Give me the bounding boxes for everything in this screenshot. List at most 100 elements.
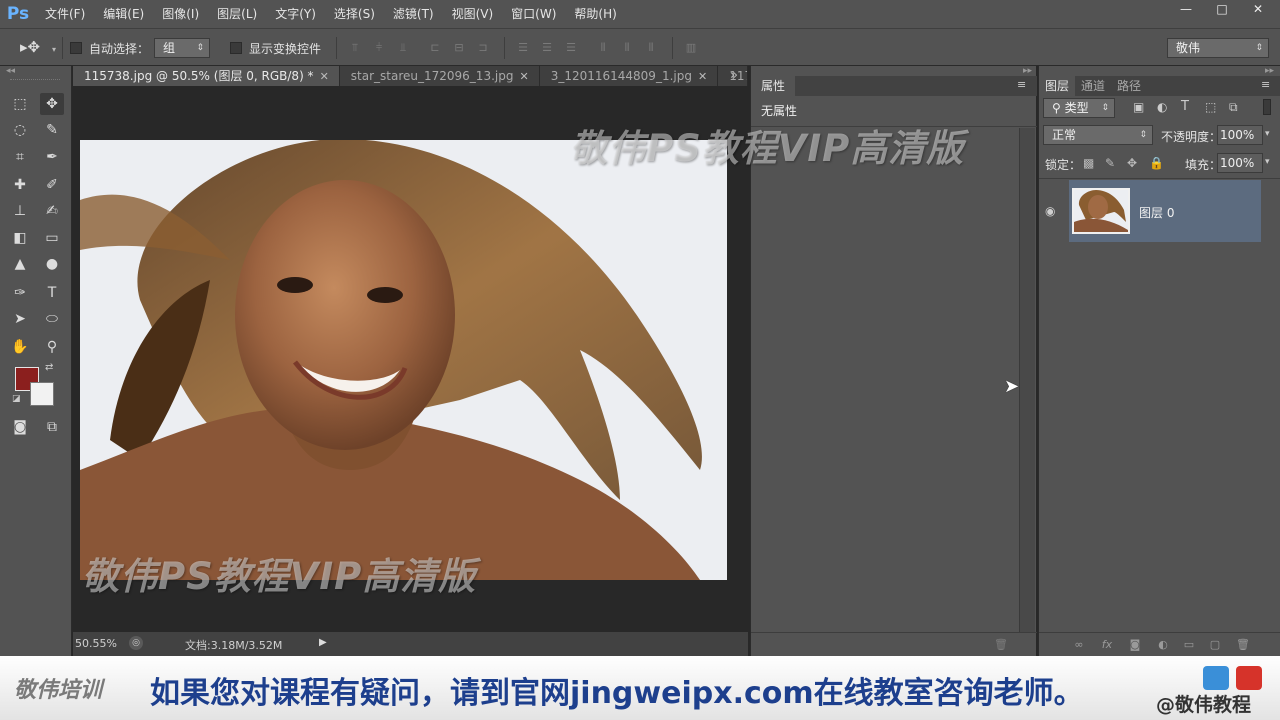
new-layer-icon[interactable]: ▢ [1207,638,1223,652]
swap-colors-icon[interactable]: ⇄ [45,362,53,373]
menu-file[interactable]: 文件(F) [36,0,94,28]
brush-tool-icon[interactable]: ✐ [40,174,64,196]
zoom-tool-icon[interactable]: ⚲ [40,336,64,358]
fill-input[interactable]: 100% [1217,153,1263,173]
auto-align-icon[interactable]: ▥ [684,41,698,55]
filter-adjustment-icon[interactable]: ◐ [1157,100,1167,114]
collapse-icon[interactable]: ▸▸ [1265,66,1274,76]
tab-paths[interactable]: 路径 [1111,76,1147,96]
fx-icon[interactable]: fx [1099,638,1115,652]
quick-select-tool-icon[interactable]: ✎ [40,119,64,141]
auto-select-dropdown[interactable]: 组 ⇕ [154,38,210,58]
lock-transparency-icon[interactable]: ▩ [1083,156,1094,170]
close-tab-icon[interactable]: ✕ [698,70,707,83]
adjustment-layer-icon[interactable]: ◐ [1155,638,1171,652]
auto-select-checkbox[interactable] [70,42,82,54]
opacity-input[interactable]: 100% [1217,125,1263,145]
path-select-tool-icon[interactable]: ➤ [8,308,32,330]
menu-view[interactable]: 视图(V) [443,0,503,28]
menu-window[interactable]: 窗口(W) [502,0,565,28]
trash-icon[interactable]: 🗑 [994,638,1008,651]
hand-tool-icon[interactable]: ✋ [8,336,32,358]
healing-brush-tool-icon[interactable]: ✚ [8,174,32,196]
add-mask-icon[interactable]: ◙ [1127,638,1143,652]
lock-all-icon[interactable]: 🔒 [1149,156,1164,170]
gradient-tool-icon[interactable]: ▭ [40,227,64,249]
doc-tab-2[interactable]: star_stareu_172096_13.jpg ✕ [339,66,540,86]
panel-grip[interactable] [10,79,60,81]
background-color-swatch[interactable] [30,382,54,406]
doc-tab-1[interactable]: 115738.jpg @ 50.5% (图层 0, RGB/8) * ✕ [73,66,340,86]
tabs-overflow-icon[interactable]: » [730,68,738,83]
lock-pixels-icon[interactable]: ✎ [1105,156,1115,170]
distribute-vcenter-icon[interactable]: ☰ [540,41,554,55]
maximize-button[interactable]: □ [1204,0,1240,18]
menu-select[interactable]: 选择(S) [325,0,384,28]
collapse-icon[interactable]: ◂◂ [6,66,15,76]
quick-mask-icon[interactable]: ◙ [8,416,32,438]
layer-name[interactable]: 图层 0 [1139,204,1174,221]
close-button[interactable]: ✕ [1240,0,1276,18]
filter-shape-icon[interactable]: ⬚ [1205,100,1216,114]
align-bottom-icon[interactable]: ⫫ [396,41,410,55]
eraser-tool-icon[interactable]: ◧ [8,227,32,249]
close-tab-icon[interactable]: ✕ [320,70,329,83]
clone-stamp-tool-icon[interactable]: ⊥ [8,200,32,222]
menu-type[interactable]: 文字(Y) [266,0,325,28]
align-top-icon[interactable]: ⫪ [348,41,362,55]
zoom-level[interactable]: 50.55% [75,637,117,650]
collapse-icon[interactable]: ▸▸ [1023,66,1032,76]
tab-layers[interactable]: 图层 [1039,76,1076,96]
distribute-top-icon[interactable]: ☰ [516,41,530,55]
pen-tool-icon[interactable]: ✑ [8,282,32,304]
align-vcenter-icon[interactable]: ⫩ [372,41,386,55]
tab-channels[interactable]: 通道 [1075,76,1111,96]
menu-layer[interactable]: 图层(L) [208,0,266,28]
distribute-hcenter-icon[interactable]: ⫴ [620,41,634,55]
layer-row[interactable]: 图层 0 [1069,180,1261,242]
blur-tool-icon[interactable]: ▲ [8,253,32,275]
new-group-icon[interactable]: ▭ [1181,638,1197,652]
doc-tab-3[interactable]: 3_120116144809_1.jpg ✕ [539,66,719,86]
align-hcenter-icon[interactable]: ⊟ [452,41,466,55]
menu-filter[interactable]: 滤镜(T) [384,0,443,28]
link-layers-icon[interactable]: ∞ [1071,638,1087,652]
lasso-tool-icon[interactable]: ◌ [8,119,32,141]
ellipse-tool-icon[interactable]: ⬭ [40,308,64,330]
menu-help[interactable]: 帮助(H) [565,0,625,28]
panel-menu-icon[interactable]: ≡ [1017,78,1026,91]
minimize-button[interactable]: — [1168,0,1204,18]
close-tab-icon[interactable]: ✕ [519,70,528,83]
layers-scroll-track[interactable] [1261,76,1280,632]
blend-mode-dropdown[interactable]: 正常 ⇕ [1043,125,1153,145]
filter-smart-object-icon[interactable]: ⧉ [1229,100,1238,115]
trash-icon[interactable]: 🗑 [1235,638,1251,652]
eyedropper-tool-icon[interactable]: ✒ [40,146,64,168]
show-transform-checkbox[interactable] [230,42,242,54]
menu-image[interactable]: 图像(I) [153,0,208,28]
filter-pixel-icon[interactable]: ▣ [1133,100,1144,114]
distribute-bottom-icon[interactable]: ☰ [564,41,578,55]
align-left-icon[interactable]: ⊏ [428,41,442,55]
distribute-right-icon[interactable]: ⫴ [644,41,658,55]
filter-type-icon[interactable]: T [1181,99,1189,114]
crop-tool-icon[interactable]: ⌗ [8,146,32,168]
lock-position-icon[interactable]: ✥ [1127,156,1137,170]
type-tool-icon[interactable]: T [40,282,64,304]
move-tool-preset-icon[interactable]: ▸✥ [20,38,40,56]
screen-mode-icon[interactable]: ⧉ [40,416,64,438]
properties-scrollbar[interactable] [1019,128,1035,632]
move-tool-icon[interactable]: ✥ [40,93,64,115]
status-info-icon[interactable]: ◎ [129,636,143,650]
align-right-icon[interactable]: ⊐ [476,41,490,55]
workspace-dropdown[interactable]: 敬伟 ⇕ [1167,38,1269,58]
status-menu-arrow-icon[interactable]: ▶ [319,637,327,648]
document-photo[interactable] [80,140,727,580]
default-colors-icon[interactable]: ◪ [12,394,21,404]
history-brush-tool-icon[interactable]: ✍ [40,200,64,222]
filter-kind-dropdown[interactable]: ⚲ 类型 ⇕ [1043,98,1115,118]
tab-properties[interactable]: 属性 [751,76,796,96]
rect-marquee-tool-icon[interactable]: ⬚ [8,93,32,115]
eye-icon[interactable]: ◉ [1045,204,1055,218]
menu-edit[interactable]: 编辑(E) [94,0,153,28]
